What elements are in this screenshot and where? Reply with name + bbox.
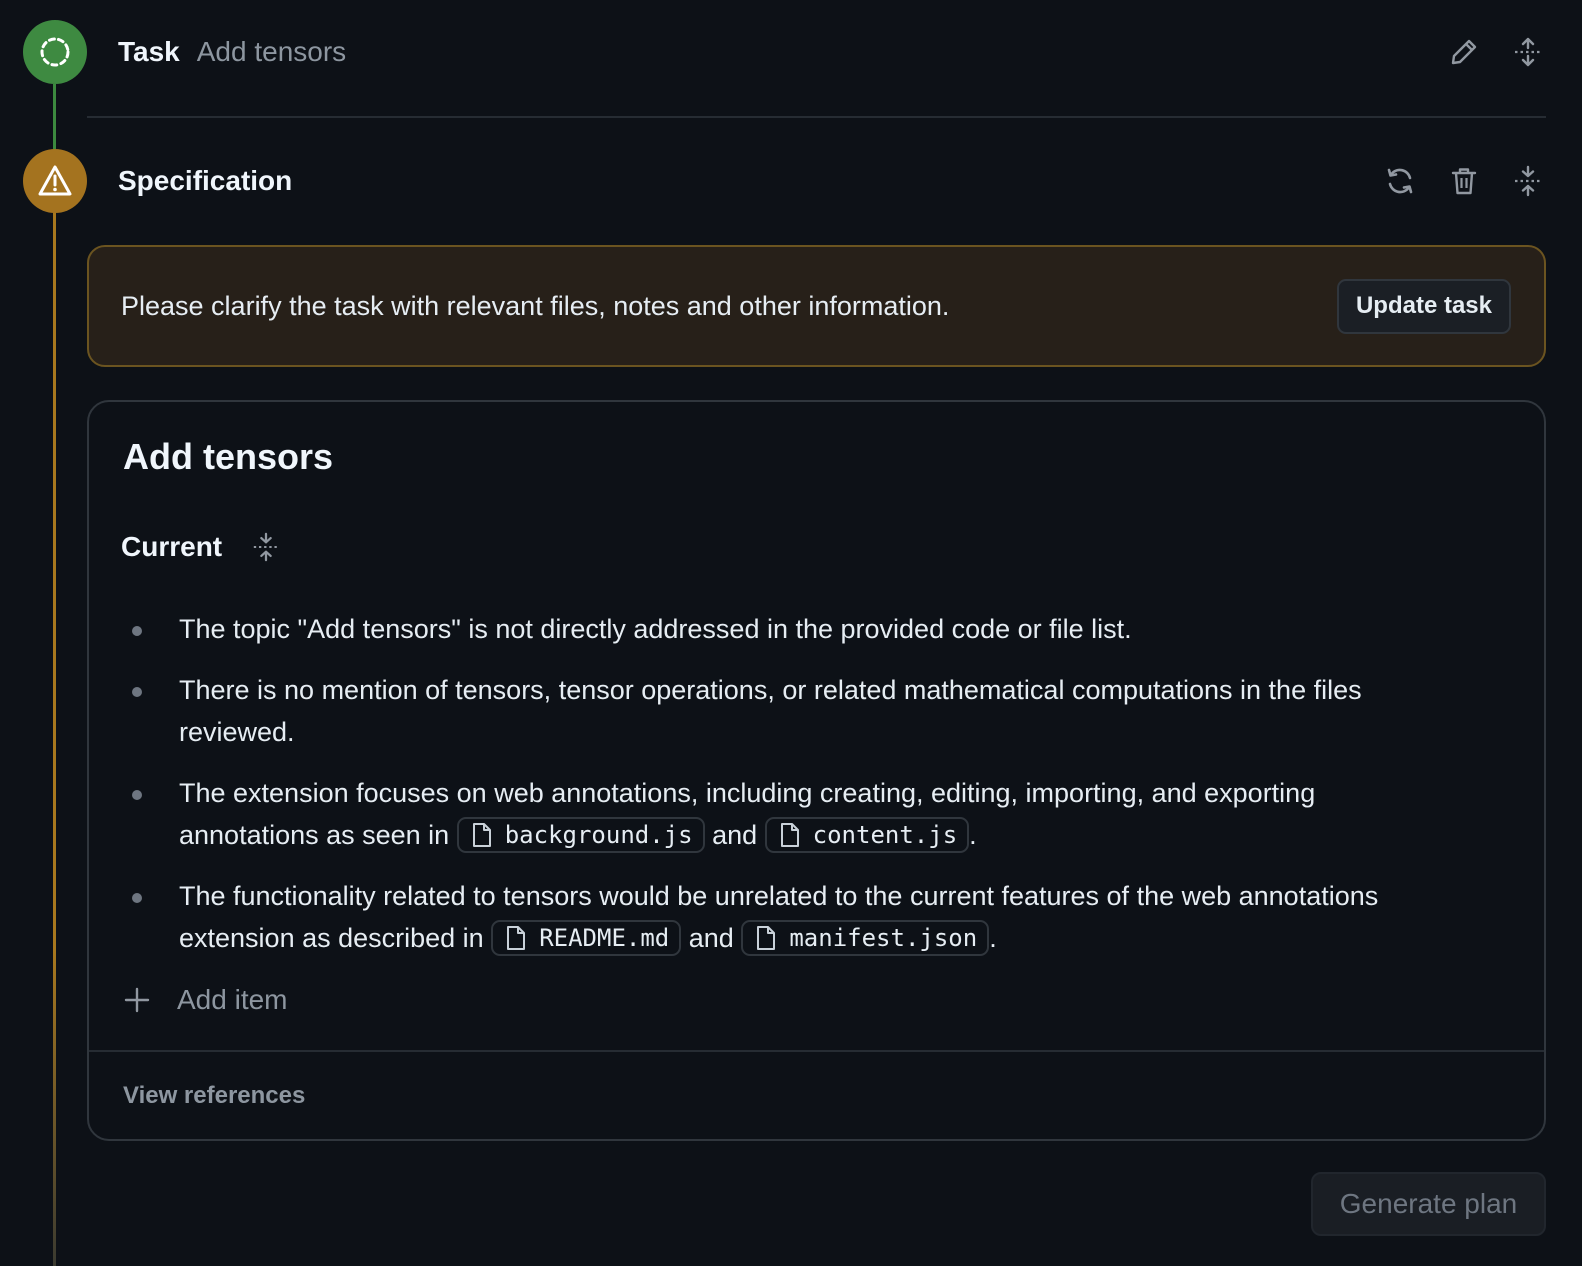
specification-card: Add tensors Current The topic "Add tenso… xyxy=(87,400,1546,1141)
file-chip-label: README.md xyxy=(539,923,670,952)
timeline-connector-spec xyxy=(53,212,56,1266)
file-icon xyxy=(757,925,776,950)
collapse-current-button[interactable] xyxy=(248,529,284,565)
pencil-icon xyxy=(1451,39,1477,65)
task-header: Task Add tensors xyxy=(118,20,1546,84)
spec-status-node xyxy=(23,149,87,213)
file-chip-manifest-json[interactable]: manifest.json xyxy=(741,919,990,956)
file-chip-label: background.js xyxy=(504,820,693,849)
unfold-icon xyxy=(1515,37,1541,67)
alert-triangle-icon xyxy=(38,165,72,196)
view-references-link[interactable]: View references xyxy=(123,1082,305,1110)
specification-header: Specification xyxy=(118,149,1546,213)
add-item-label: Add item xyxy=(177,984,288,1015)
file-chip-label: content.js xyxy=(812,820,958,849)
collapse-spec-button[interactable] xyxy=(1510,163,1546,199)
list-item[interactable]: The extension focuses on web annotations… xyxy=(123,772,1423,856)
file-chip-content-js[interactable]: content.js xyxy=(764,816,970,853)
bullet-end: . xyxy=(969,820,977,850)
list-item[interactable]: There is no mention of tensors, tensor o… xyxy=(123,669,1423,753)
update-task-button[interactable]: Update task xyxy=(1336,278,1511,334)
bullet-text: There is no mention of tensors, tensor o… xyxy=(179,675,1362,747)
dashed-circle-icon xyxy=(40,37,70,67)
sync-icon xyxy=(1387,168,1413,194)
edit-task-button[interactable] xyxy=(1446,34,1482,70)
delete-spec-button[interactable] xyxy=(1446,163,1482,199)
fold-icon xyxy=(253,532,279,562)
file-icon xyxy=(472,822,491,847)
timeline-connector-task xyxy=(53,84,56,150)
file-chip-readme-md[interactable]: README.md xyxy=(491,919,682,956)
current-bullet-list: The topic "Add tensors" is not directly … xyxy=(123,608,1423,978)
regenerate-spec-button[interactable] xyxy=(1382,163,1418,199)
task-title: Task xyxy=(118,36,180,67)
trash-icon xyxy=(1451,168,1477,195)
list-item[interactable]: The functionality related to tensors wou… xyxy=(123,875,1423,959)
card-title: Add tensors xyxy=(123,436,334,477)
task-actions xyxy=(1446,34,1546,70)
generate-plan-button[interactable]: Generate plan xyxy=(1311,1172,1546,1236)
warning-text: Please clarify the task with relevant fi… xyxy=(121,290,950,321)
card-divider xyxy=(89,1050,1544,1052)
section-title: Current xyxy=(121,531,223,562)
task-divider xyxy=(87,116,1546,118)
current-section-header: Current xyxy=(121,529,284,565)
list-item[interactable]: The topic "Add tensors" is not directly … xyxy=(123,608,1423,650)
task-subtitle: Add tensors xyxy=(196,36,347,67)
file-chip-label: manifest.json xyxy=(789,923,978,952)
file-chip-background-js[interactable]: background.js xyxy=(456,816,705,853)
add-item-button[interactable]: Add item xyxy=(123,984,288,1016)
clarify-warning-banner: Please clarify the task with relevant fi… xyxy=(87,245,1546,367)
task-status-node xyxy=(23,20,87,84)
file-icon xyxy=(507,925,526,950)
file-icon xyxy=(780,822,799,847)
specification-actions xyxy=(1382,163,1546,199)
specification-title: Specification xyxy=(118,165,293,196)
plus-icon xyxy=(124,987,150,1013)
expand-task-button[interactable] xyxy=(1510,34,1546,70)
bullet-joiner: and xyxy=(712,820,758,850)
bullet-text: The topic "Add tensors" is not directly … xyxy=(179,614,1132,644)
bullet-joiner: and xyxy=(688,923,734,953)
bullet-end: . xyxy=(989,923,997,953)
fold-icon xyxy=(1515,165,1541,197)
